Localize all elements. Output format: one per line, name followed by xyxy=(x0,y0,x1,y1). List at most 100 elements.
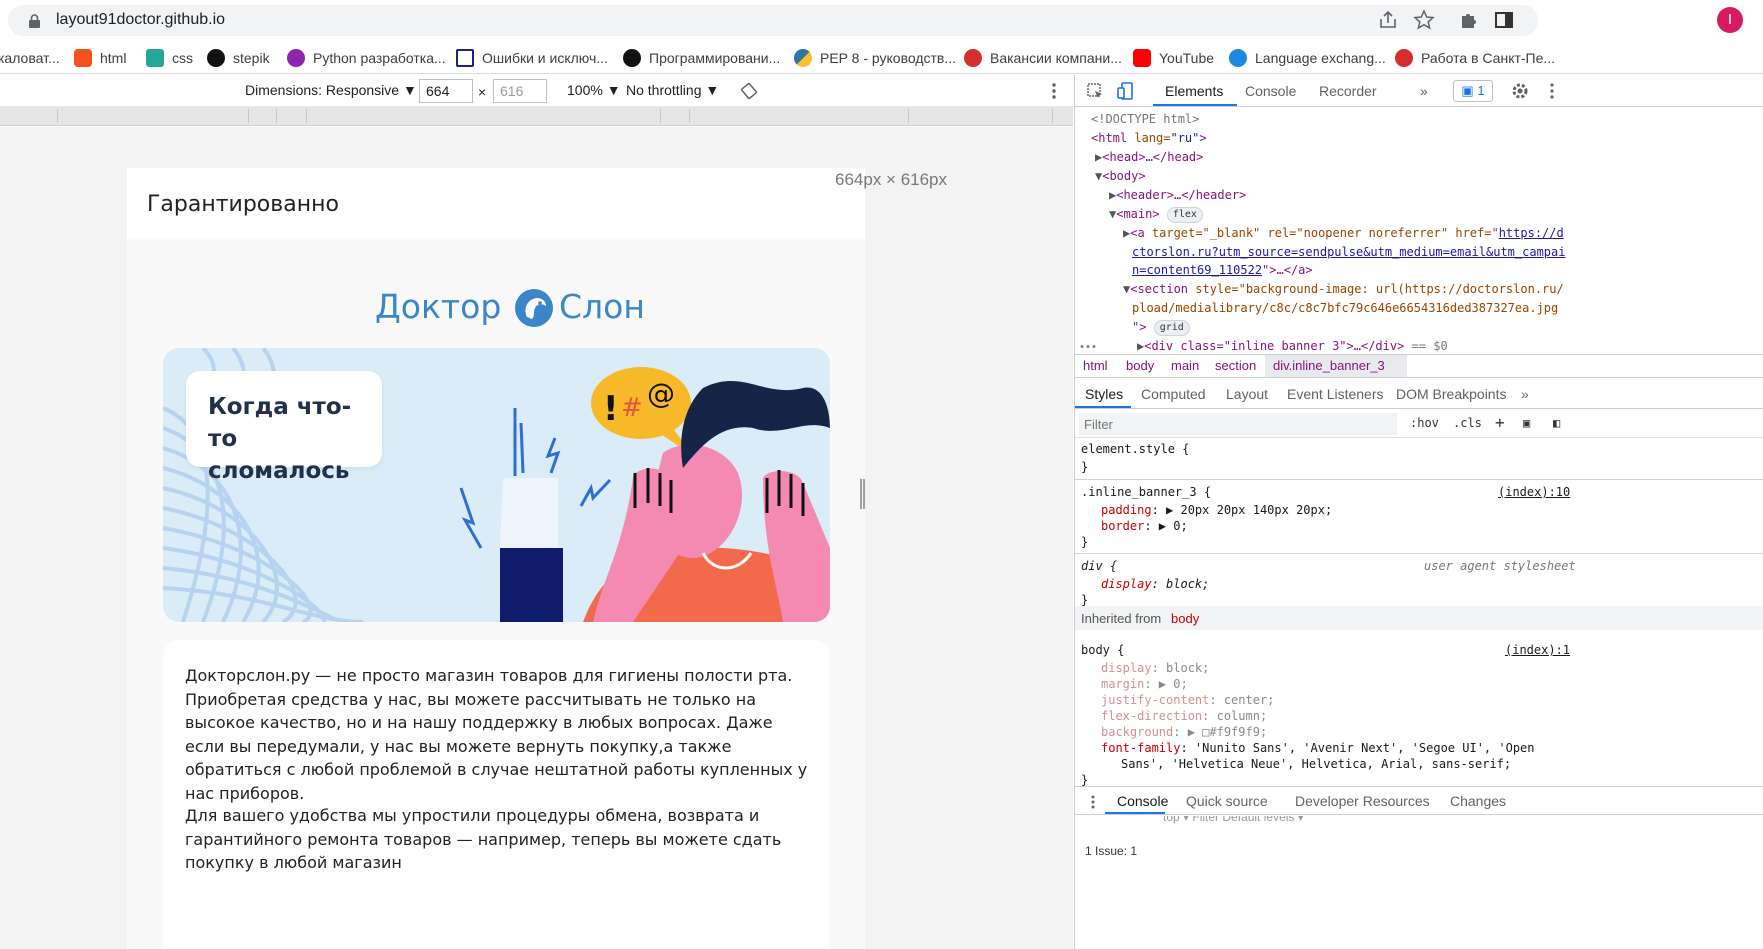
settings-gear-icon[interactable] xyxy=(1511,82,1529,100)
decl-display[interactable]: display: block; xyxy=(1101,576,1209,592)
viewport-width-input[interactable] xyxy=(419,79,473,103)
element-state-icon[interactable]: ▣ xyxy=(1523,416,1530,430)
bookmark-item[interactable]: Программировани... xyxy=(623,47,780,69)
dom-section-style[interactable]: pload/medialibrary/c8c/c8c7bfc79c646e665… xyxy=(1132,299,1558,318)
bookmark-item[interactable]: Вакансии компани... xyxy=(964,47,1122,69)
rule-div-selector[interactable]: div { xyxy=(1081,558,1117,574)
rule-body-selector[interactable]: body { xyxy=(1081,642,1124,658)
more-options-icon[interactable] xyxy=(1046,82,1062,100)
dom-node-html[interactable]: <html lang="ru"> xyxy=(1091,129,1207,148)
decl-body-flexdir[interactable]: flex-direction: column; xyxy=(1101,708,1267,724)
dom-node-head[interactable]: ▶<head>…</head> xyxy=(1095,148,1203,167)
decl-body-font-family[interactable]: font-family: 'Nunito Sans', 'Avenir Next… xyxy=(1101,740,1535,756)
add-rule-icon[interactable]: + xyxy=(1495,413,1505,432)
decl-body-background[interactable]: background: ▶ □#f9f9f9; xyxy=(1101,724,1267,740)
dom-node-header[interactable]: ▶<header>…</header> xyxy=(1109,186,1246,205)
dom-node-div-selected[interactable]: ▶<div class="inline banner 3">…</div> ==… xyxy=(1137,337,1448,352)
issues-badge[interactable]: ▣ 1 xyxy=(1453,80,1493,102)
dimensions-select[interactable]: Dimensions: Responsive ▼ xyxy=(245,82,417,98)
html-bookmark-icon xyxy=(74,49,92,67)
times-sign: × xyxy=(478,84,487,100)
tab-event-listeners[interactable]: Event Listeners xyxy=(1287,386,1384,402)
tab-computed[interactable]: Computed xyxy=(1141,386,1206,402)
inherited-from-link[interactable]: body xyxy=(1171,611,1199,626)
bookmark-item[interactable]: html xyxy=(74,47,126,69)
bookmark-item[interactable]: Ошибки и исключ... xyxy=(456,47,608,69)
crumb-main[interactable]: main xyxy=(1171,358,1199,373)
side-panel-icon[interactable] xyxy=(1493,9,1515,31)
dom-dots[interactable]: ••• xyxy=(1079,338,1097,352)
decl-body-display[interactable]: display: block; xyxy=(1101,660,1209,676)
tab-recorder[interactable]: Recorder xyxy=(1319,83,1377,99)
zoom-select[interactable]: 100% ▼ xyxy=(567,82,621,98)
dom-href-continued[interactable]: ctorslon.ru?utm_source=sendpulse&utm_med… xyxy=(1132,243,1565,262)
more-tabs-button[interactable]: » xyxy=(1420,83,1428,99)
rule-source-link[interactable]: (index):10 xyxy=(1498,484,1570,500)
viewport-resize-handle[interactable] xyxy=(860,479,865,509)
drawer-tab-changes[interactable]: Changes xyxy=(1450,793,1506,809)
decl-body-font-family-cont: Sans', 'Helvetica Neue', Helvetica, Aria… xyxy=(1121,757,1512,771)
class-toggle[interactable]: .cls xyxy=(1453,416,1482,430)
dom-section-close[interactable]: "> grid xyxy=(1132,318,1190,337)
share-icon[interactable] xyxy=(1377,9,1399,31)
console-toolbar[interactable]: top ▾ Filter Default levels ▾ xyxy=(1075,816,1763,842)
decl-body-margin[interactable]: margin: ▶ 0; xyxy=(1101,676,1188,692)
url-text[interactable]: layout91doctor.github.io xyxy=(56,11,225,29)
hover-state-toggle[interactable]: :hov xyxy=(1410,416,1439,430)
drawer-tab-quick-source[interactable]: Quick source xyxy=(1186,793,1268,809)
drawer-tab-console[interactable]: Console xyxy=(1117,793,1168,809)
decl-border[interactable]: border: ▶ 0; xyxy=(1101,518,1188,534)
tab-styles[interactable]: Styles xyxy=(1085,386,1123,402)
inspect-element-icon[interactable] xyxy=(1087,83,1104,100)
crumb-div-inline-banner[interactable]: div.inline_banner_3 xyxy=(1273,358,1385,373)
dom-node-section[interactable]: ▼<section style="background-image: url(h… xyxy=(1123,280,1564,299)
console-issues-count[interactable]: 1 Issue: 1 xyxy=(1085,844,1137,858)
tab-layout[interactable]: Layout xyxy=(1226,386,1268,402)
styles-subtabs: Styles Computed Layout Event Listeners D… xyxy=(1075,379,1763,409)
profile-avatar[interactable]: I xyxy=(1717,7,1743,33)
throttling-select[interactable]: No throttling ▼ xyxy=(626,82,719,98)
dom-node-body[interactable]: ▼<body> xyxy=(1095,167,1146,186)
dom-node-a[interactable]: ▶<a target="_blank" rel="noopener norefe… xyxy=(1123,224,1564,243)
media-query-ruler[interactable] xyxy=(0,107,1073,126)
more-subtabs-button[interactable]: » xyxy=(1521,386,1529,402)
url-box[interactable]: layout91doctor.github.io xyxy=(8,5,1538,36)
tab-elements[interactable]: Elements xyxy=(1165,83,1223,99)
bookmark-item[interactable]: каловат... xyxy=(0,47,60,69)
rule-source-link[interactable]: (index):1 xyxy=(1505,642,1570,658)
dom-href-end[interactable]: n=content69_110522">…</a> xyxy=(1132,261,1313,280)
extensions-icon[interactable] xyxy=(1457,9,1479,31)
device-toggle-icon[interactable] xyxy=(1117,82,1135,100)
bookmark-item[interactable]: Работа в Санкт-Пе... xyxy=(1395,47,1555,69)
flex-badge[interactable]: flex xyxy=(1166,207,1203,223)
drawer-menu-icon[interactable] xyxy=(1087,794,1099,810)
lock-icon[interactable] xyxy=(28,14,41,28)
decl-body-justify[interactable]: justify-content: center; xyxy=(1101,692,1274,708)
crumb-section[interactable]: section xyxy=(1215,358,1256,373)
broken-device-banner[interactable]: ! # @ Когда что-то сломалось xyxy=(163,348,830,622)
rule-element-style[interactable]: element.style { xyxy=(1081,441,1189,457)
tab-dom-breakpoints[interactable]: DOM Breakpoints xyxy=(1396,386,1506,402)
rotate-icon[interactable] xyxy=(740,82,758,100)
dom-href-link[interactable]: https://d xyxy=(1499,226,1564,240)
bookmark-item[interactable]: PEP 8 - руководств... xyxy=(794,47,956,69)
bookmark-star-icon[interactable] xyxy=(1413,9,1435,31)
bookmark-item[interactable]: YouTube xyxy=(1133,47,1214,69)
drawer-tab-developer-resources[interactable]: Developer Resources xyxy=(1295,793,1430,809)
viewport-height-input[interactable] xyxy=(493,79,547,103)
dom-doctype[interactable]: <!DOCTYPE html> xyxy=(1091,110,1199,129)
computed-sidebar-icon[interactable]: ◧ xyxy=(1553,416,1560,430)
bookmark-item[interactable]: stepik xyxy=(207,47,270,69)
tab-console[interactable]: Console xyxy=(1245,83,1296,99)
crumb-body[interactable]: body xyxy=(1126,358,1154,373)
bookmark-item[interactable]: css xyxy=(146,47,193,69)
rule-inline-banner-selector[interactable]: .inline_banner_3 { xyxy=(1081,484,1211,500)
styles-filter-input[interactable] xyxy=(1079,413,1397,435)
dom-node-main[interactable]: ▼<main> flex xyxy=(1109,205,1203,224)
bookmark-item[interactable]: Python разработка... xyxy=(287,47,446,69)
devtools-menu-icon[interactable] xyxy=(1545,82,1559,100)
bookmark-item[interactable]: Language exchang... xyxy=(1229,47,1386,69)
decl-padding[interactable]: padding: ▶ 20px 20px 140px 20px; xyxy=(1101,502,1332,518)
crumb-html[interactable]: html xyxy=(1083,358,1108,373)
grid-badge[interactable]: grid xyxy=(1153,320,1190,336)
